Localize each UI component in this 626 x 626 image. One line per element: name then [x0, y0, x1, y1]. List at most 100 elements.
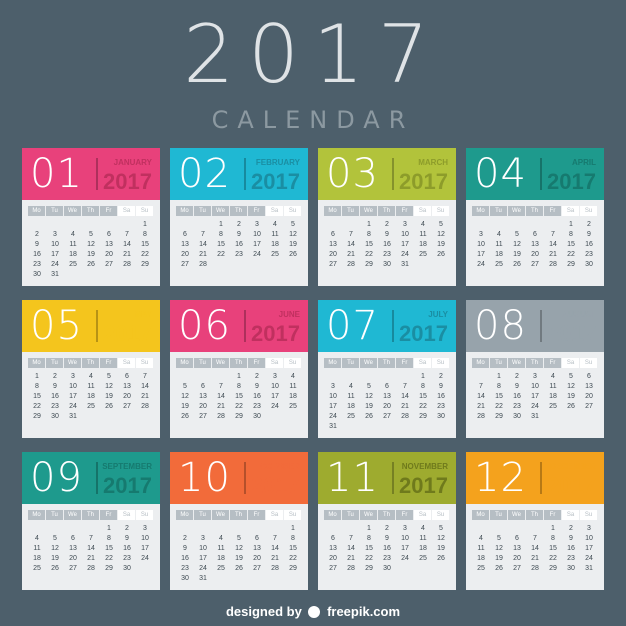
day-cell: 22 — [217, 251, 225, 258]
month-card: 05 MAY 2017 Mo Tu We Th Fr Sa Su 1 2 3 4 5 6 7 8 9 10 11 12 13… — [22, 300, 160, 438]
day-cell: 20 — [329, 251, 337, 258]
month-header: 01 JANUARY 2017 — [22, 148, 160, 200]
day-cell: 16 — [123, 545, 131, 552]
day-cell: 20 — [329, 555, 337, 562]
day-cell: 4 — [273, 221, 277, 228]
weekday-label: Th — [526, 206, 543, 216]
day-cell: 6 — [587, 373, 591, 380]
day-cell: 5 — [183, 383, 187, 390]
day-cell: 31 — [531, 413, 539, 420]
day-cell: 26 — [289, 251, 297, 258]
day-cell: 29 — [365, 261, 373, 268]
month-year: 2017 — [251, 321, 300, 346]
day-cell: 2 — [515, 373, 519, 380]
day-cell: 1 — [367, 525, 371, 532]
day-cell: 28 — [87, 565, 95, 572]
day-cell: 16 — [51, 393, 59, 400]
weekday-header-row: Mo Tu We Th Fr Sa Su — [176, 510, 302, 520]
day-cell: 19 — [181, 403, 189, 410]
weekday-label: Sa — [118, 206, 135, 216]
day-cell: 6 — [71, 535, 75, 542]
day-cell: 15 — [365, 241, 373, 248]
weekday-header-row: Mo Tu We Th Fr Sa Su — [176, 206, 302, 216]
day-cell: 7 — [551, 231, 555, 238]
day-cell: 13 — [253, 545, 261, 552]
month-divider — [244, 462, 246, 494]
day-cell: 18 — [477, 555, 485, 562]
day-cell: 22 — [235, 403, 243, 410]
day-cell: 23 — [437, 403, 445, 410]
day-cell: 27 — [253, 565, 261, 572]
month-year: 2017 — [251, 169, 300, 194]
day-cell: 30 — [513, 413, 521, 420]
day-cell: 18 — [419, 241, 427, 248]
day-cell: 12 — [437, 535, 445, 542]
day-cell: 18 — [549, 393, 557, 400]
weekday-label: Tu — [194, 510, 211, 520]
day-cell: 25 — [289, 403, 297, 410]
month-header: 12 DECEMBER 2017 — [466, 452, 604, 504]
weekday-label: Fr — [396, 358, 413, 368]
day-cell: 4 — [349, 383, 353, 390]
day-cell: 16 — [383, 545, 391, 552]
month-divider — [540, 158, 542, 190]
day-cell: 28 — [271, 565, 279, 572]
day-cell: 11 — [347, 393, 355, 400]
day-cell: 21 — [549, 251, 557, 258]
day-cell: 9 — [35, 241, 39, 248]
day-cell: 10 — [271, 383, 279, 390]
day-cell: 3 — [479, 231, 483, 238]
day-cell: 19 — [105, 393, 113, 400]
day-cell: 30 — [253, 413, 261, 420]
month-name: AUGUST — [562, 310, 596, 319]
day-cell: 26 — [51, 565, 59, 572]
day-cell: 1 — [219, 221, 223, 228]
weekday-label: We — [64, 358, 81, 368]
weekday-header-row: Mo Tu We Th Fr Sa Su — [472, 510, 598, 520]
day-cell: 7 — [125, 231, 129, 238]
day-cell: 15 — [217, 241, 225, 248]
weekday-header-row: Mo Tu We Th Fr Sa Su — [472, 206, 598, 216]
month-divider — [392, 158, 394, 190]
day-cell: 8 — [367, 231, 371, 238]
weekday-label: Sa — [562, 358, 579, 368]
day-cell: 20 — [585, 393, 593, 400]
month-number: 06 — [178, 303, 231, 349]
day-cell: 14 — [401, 393, 409, 400]
day-cell: 13 — [383, 393, 391, 400]
day-cell: 14 — [141, 383, 149, 390]
day-cell: 3 — [403, 525, 407, 532]
day-cell: 5 — [89, 231, 93, 238]
day-cell: 9 — [385, 231, 389, 238]
day-cell: 16 — [437, 393, 445, 400]
day-cell: 26 — [235, 565, 243, 572]
day-cell: 12 — [181, 393, 189, 400]
day-cell: 8 — [569, 231, 573, 238]
day-cell: 26 — [567, 403, 575, 410]
day-cell: 8 — [421, 383, 425, 390]
month-year: 2017 — [547, 321, 596, 346]
day-cell: 2 — [237, 221, 241, 228]
day-cell: 28 — [531, 565, 539, 572]
day-cell: 24 — [401, 555, 409, 562]
day-cell: 13 — [123, 383, 131, 390]
weekday-header-row: Mo Tu We Th Fr Sa Su — [176, 358, 302, 368]
month-header: 03 MARCH 2017 — [318, 148, 456, 200]
day-cell: 30 — [585, 261, 593, 268]
month-header: 08 AUGUST 2017 — [466, 300, 604, 352]
day-cell: 6 — [183, 231, 187, 238]
day-cell: 13 — [181, 241, 189, 248]
day-cell: 18 — [217, 555, 225, 562]
month-card: 02 FEBRUARY 2017 Mo Tu We Th Fr Sa Su 1 2 3 4 5 6 7 8 9 10 1… — [170, 148, 308, 286]
day-cell: 28 — [549, 261, 557, 268]
day-cell: 17 — [401, 545, 409, 552]
day-cell: 22 — [289, 555, 297, 562]
day-cell: 10 — [585, 535, 593, 542]
day-cell: 28 — [123, 261, 131, 268]
month-divider — [96, 158, 98, 190]
day-cell: 21 — [271, 555, 279, 562]
day-cell: 8 — [107, 535, 111, 542]
day-cell: 14 — [123, 241, 131, 248]
day-cell: 5 — [497, 535, 501, 542]
weekday-label: Tu — [342, 358, 359, 368]
